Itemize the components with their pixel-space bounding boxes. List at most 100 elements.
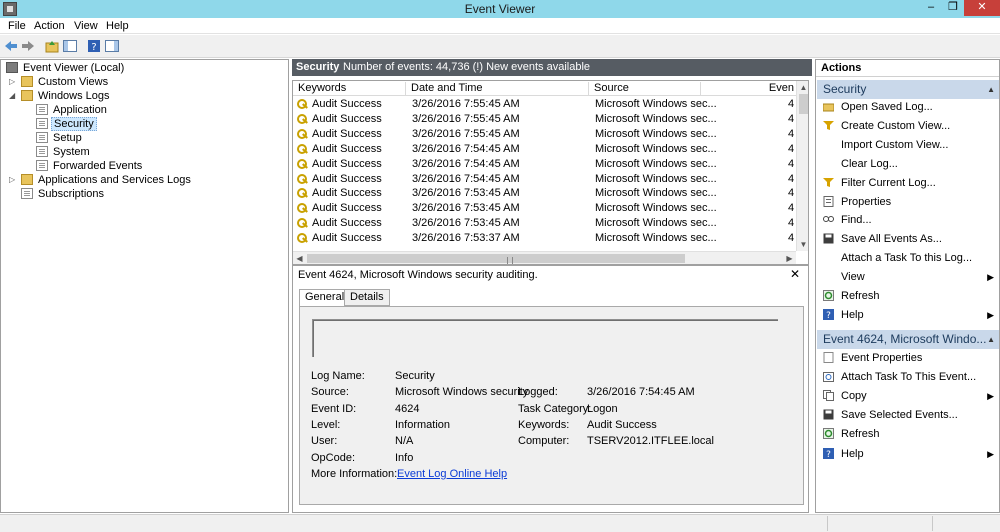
section-title: Event 4624, Microsoft Windo... [823,332,987,346]
actions-section-security[interactable]: Security ▲ [817,80,999,99]
status-separator [827,516,828,531]
column-date-and-time[interactable]: Date and Time [406,82,589,96]
table-row[interactable]: Audit Success 3/26/2016 7:55:45 AM Micro… [293,97,796,112]
submenu-arrow-icon: ▶ [987,448,994,459]
table-row[interactable]: Audit Success 3/26/2016 7:53:45 AM Micro… [293,201,796,216]
help-icon: ? [823,447,834,459]
action-filter-current-log[interactable]: Filter Current Log... [816,175,999,191]
audit-key-icon [297,158,309,170]
cell-keywords: Audit Success [312,142,382,155]
action-clear-log[interactable]: Clear Log... [816,156,999,172]
column-source[interactable]: Source [589,82,701,96]
level-label: Level: [311,419,341,431]
expand-arrow-icon[interactable]: ▷ [9,75,19,89]
show-hide-tree-icon[interactable] [63,39,77,53]
column-event-id[interactable]: Even [701,82,796,96]
tab-details[interactable]: Details [344,289,390,306]
tab-general[interactable]: General [299,289,351,307]
help-icon[interactable]: ? [87,39,101,53]
back-arrow-icon[interactable] [4,39,18,53]
event-log-online-help-link[interactable]: Event Log Online Help [397,468,507,480]
cell-source: Microsoft Windows sec... [595,202,717,215]
menu-view[interactable]: View [74,20,98,32]
scroll-up-icon[interactable]: ▲ [797,81,808,94]
restore-button[interactable]: ❐ [942,0,964,16]
task-category-label: Task Category: [518,403,592,415]
computer-value: TSERV2012.ITFLEE.local [587,435,714,447]
help-icon: ? [823,308,834,320]
action-refresh[interactable]: Refresh [816,426,999,442]
action-import-custom-view[interactable]: Import Custom View... [816,137,999,153]
action-save-all-events-as[interactable]: Save All Events As... [816,231,999,247]
log-icon [36,132,48,143]
menu-help[interactable]: Help [106,20,129,32]
table-row[interactable]: Audit Success 3/26/2016 7:53:37 AM Micro… [293,231,796,246]
menu-bar: File Action View Help [0,18,1000,34]
action-create-custom-view[interactable]: Create Custom View... [816,118,999,134]
cell-event-id: 4 [788,232,795,245]
cell-keywords: Audit Success [312,112,382,125]
cell-event-id: 4 [788,112,795,125]
action-save-selected-events[interactable]: Save Selected Events... [816,407,999,423]
toolbar: ? [0,35,1000,58]
actions-section-event[interactable]: Event 4624, Microsoft Windo... ▲ [817,330,999,349]
logged-value: 3/26/2016 7:54:45 AM [587,386,695,398]
forward-arrow-icon[interactable] [21,39,35,53]
table-row[interactable]: Audit Success 3/26/2016 7:53:45 AM Micro… [293,186,796,201]
log-icon [36,118,48,129]
action-properties[interactable]: Properties [816,194,999,210]
event-properties-icon [823,352,834,363]
show-hide-action-pane-icon[interactable] [105,39,119,53]
close-window-button[interactable]: ✕ [964,0,1000,16]
action-view[interactable]: View ▶ [816,269,999,285]
table-row[interactable]: Audit Success 3/26/2016 7:55:45 AM Micro… [293,112,796,127]
table-row[interactable]: Audit Success 3/26/2016 7:54:45 AM Micro… [293,142,796,157]
action-refresh[interactable]: Refresh [816,288,999,304]
properties-icon [823,195,834,207]
action-attach-a-task-to-this-log[interactable]: Attach a Task To this Log... [816,250,999,266]
action-event-properties[interactable]: Event Properties [816,350,999,366]
cell-date-and-time: 3/26/2016 7:53:45 AM [412,187,520,200]
cell-date-and-time: 3/26/2016 7:53:37 AM [412,232,520,245]
menu-file[interactable]: File [8,20,26,32]
action-attach-task-to-this-event[interactable]: Attach Task To This Event... [816,369,999,385]
cell-keywords: Audit Success [312,98,382,110]
column-keywords[interactable]: Keywords [293,82,406,96]
action-copy[interactable]: Copy ▶ [816,388,999,404]
grid-horizontal-scrollbar[interactable]: ◀ ▶ [293,251,796,264]
action-find[interactable]: Find... [816,212,999,228]
event-description-box[interactable] [312,319,778,357]
grid-vertical-scrollbar[interactable]: ▲ ▼ [796,81,808,251]
close-detail-icon[interactable]: ✕ [790,267,800,281]
cell-event-id: 4 [788,187,795,200]
action-help[interactable]: ? Help ▶ [816,307,999,323]
cell-event-id: 4 [788,217,795,230]
expand-arrow-icon[interactable]: ▷ [9,173,19,187]
event-detail-pane: Event 4624, Microsoft Windows security a… [292,265,809,513]
action-help[interactable]: ? Help ▶ [816,446,999,462]
table-row[interactable]: Audit Success 3/26/2016 7:54:45 AM Micro… [293,157,796,172]
menu-action[interactable]: Action [34,20,65,32]
collapse-section-icon[interactable]: ▲ [987,330,995,349]
filter-icon [823,177,834,187]
filter-icon [823,120,834,130]
computer-label: Computer: [518,435,570,447]
hscroll-thumb[interactable] [307,254,685,264]
up-folder-icon[interactable] [45,39,59,53]
collapse-arrow-icon[interactable]: ◢ [9,89,19,103]
scroll-left-icon[interactable]: ◀ [293,252,306,264]
scroll-down-icon[interactable]: ▼ [797,238,808,251]
log-header: Security Number of events: 44,736 (!) Ne… [292,59,812,76]
minimize-button[interactable]: – [920,0,942,16]
table-row[interactable]: Audit Success 3/26/2016 7:54:45 AM Micro… [293,172,796,187]
table-row[interactable]: Audit Success 3/26/2016 7:53:45 AM Micro… [293,216,796,231]
audit-key-icon [297,128,309,140]
action-open-saved-log[interactable]: Open Saved Log... [816,99,999,115]
cell-date-and-time: 3/26/2016 7:55:45 AM [412,112,520,125]
table-row[interactable]: Audit Success 3/26/2016 7:55:45 AM Micro… [293,127,796,142]
scroll-thumb[interactable] [799,94,808,114]
collapse-section-icon[interactable]: ▲ [987,80,995,99]
user-value: N/A [395,435,414,447]
scroll-right-icon[interactable]: ▶ [783,252,796,264]
cell-source: Microsoft Windows sec... [595,232,717,245]
